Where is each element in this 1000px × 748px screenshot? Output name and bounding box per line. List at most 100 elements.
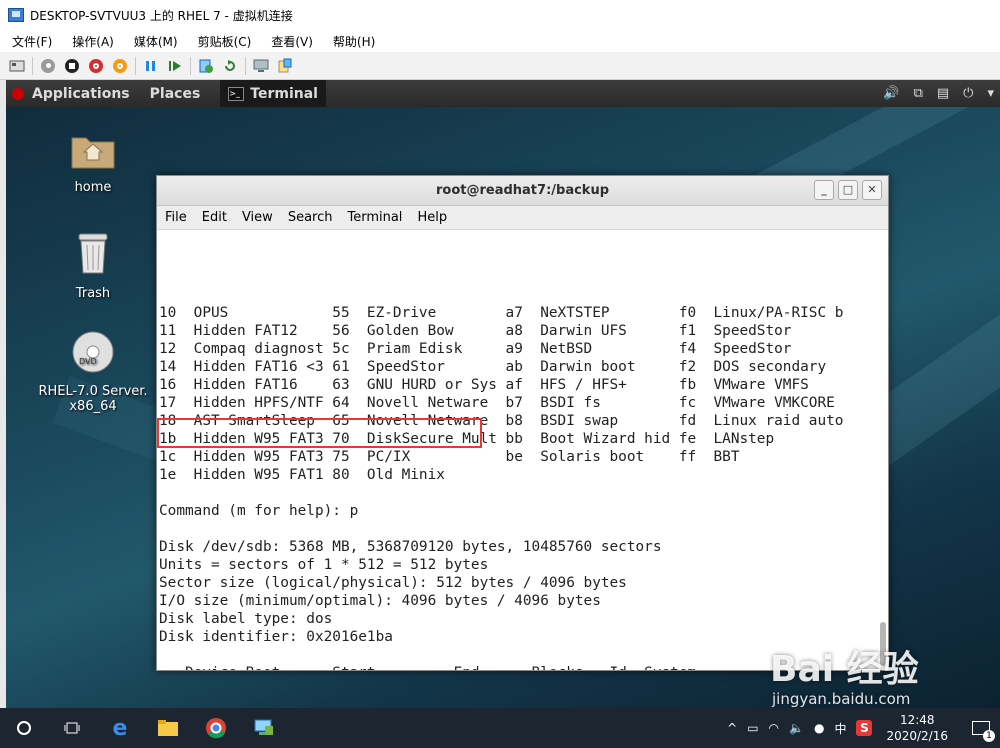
- terminal-line: Command (m for help): p: [159, 503, 359, 519]
- clock[interactable]: 12:48 2020/2/16: [886, 712, 948, 744]
- battery-icon[interactable]: ▭: [747, 721, 758, 735]
- terminal-line: Sector size (logical/physical): 512 byte…: [159, 575, 627, 591]
- terminal-line: Disk label type: dos: [159, 611, 333, 627]
- share-icon[interactable]: [276, 57, 294, 75]
- menu-file[interactable]: 文件(F): [12, 33, 52, 50]
- enhanced-session-icon[interactable]: [252, 57, 270, 75]
- power-icon[interactable]: ⏻: [963, 86, 973, 101]
- terminal-line: 17 Hidden HPFS/NTF 64 Novell Netware b7 …: [159, 395, 835, 411]
- volume-tray-icon[interactable]: 🔈: [789, 721, 804, 735]
- toolbar-separator: [245, 56, 246, 75]
- home-label: home: [74, 180, 112, 195]
- system-menu-arrow-icon[interactable]: ▾: [987, 86, 994, 101]
- maximize-icon[interactable]: □: [838, 180, 858, 200]
- sogou-icon[interactable]: S: [856, 720, 873, 736]
- dvd-icon: DVD: [33, 330, 153, 378]
- trash-label: Trash: [75, 286, 111, 301]
- clock-date: 2020/2/16: [886, 729, 948, 743]
- guest-screen: Applications Places >_ Terminal 🔊 ⧉ ▤ ⏻ ▾…: [6, 80, 1000, 708]
- terminal-titlebar[interactable]: root@readhat7:/backup _ □ ✕: [157, 176, 888, 206]
- desktop-trash-icon[interactable]: Trash: [33, 230, 153, 301]
- terminal-app-label: Terminal: [250, 85, 318, 102]
- term-menu-file[interactable]: File: [165, 210, 187, 225]
- checkpoint-icon[interactable]: [197, 57, 215, 75]
- redhat-icon: [12, 87, 24, 100]
- watermark-main: Bai 经验: [770, 649, 919, 690]
- chrome-icon[interactable]: [192, 708, 240, 748]
- trash-icon: [33, 230, 153, 280]
- clock-time: 12:48: [899, 713, 935, 727]
- terminal-window: root@readhat7:/backup _ □ ✕ File Edit Vi…: [156, 175, 889, 671]
- desktop-dvd-icon[interactable]: DVD RHEL-7.0 Server. x86_64: [33, 330, 153, 414]
- save-state-icon[interactable]: [111, 57, 129, 75]
- menu-action[interactable]: 操作(A): [72, 33, 114, 50]
- terminal-title: root@readhat7:/backup: [435, 183, 610, 198]
- ime-indicator[interactable]: 中: [834, 720, 846, 737]
- terminal-line: Units = sectors of 1 * 512 = 512 bytes: [159, 557, 489, 573]
- term-menu-search[interactable]: Search: [288, 210, 333, 225]
- turn-off-icon[interactable]: [63, 57, 81, 75]
- start-icon[interactable]: [39, 57, 57, 75]
- revert-icon[interactable]: [221, 57, 239, 75]
- shutdown-icon[interactable]: [87, 57, 105, 75]
- terminal-output[interactable]: 10 OPUS 55 EZ-Drive a7 NeXTSTEP f0 Linux…: [157, 230, 888, 670]
- gnome-top-bar: Applications Places >_ Terminal 🔊 ⧉ ▤ ⏻ ▾: [6, 80, 1000, 107]
- vm-menubar: 文件(F) 操作(A) 媒体(M) 剪贴板(C) 查看(V) 帮助(H): [0, 30, 1000, 52]
- toolbar-separator: [135, 56, 136, 75]
- minimize-icon[interactable]: _: [814, 180, 834, 200]
- terminal-line: 10 OPUS 55 EZ-Drive a7 NeXTSTEP f0 Linux…: [159, 305, 844, 321]
- windows-taskbar: e ^ ▭ ◠ 🔈 ● 中 S 12:48 2020/2/16 1: [0, 708, 1000, 748]
- term-menu-terminal[interactable]: Terminal: [347, 210, 402, 225]
- file-explorer-icon[interactable]: [144, 708, 192, 748]
- menu-view[interactable]: 查看(V): [271, 33, 313, 50]
- volume-icon[interactable]: 🔊: [883, 86, 899, 101]
- task-view-icon[interactable]: [48, 708, 96, 748]
- notification-count: 1: [983, 730, 995, 742]
- clipboard-icon[interactable]: ▤: [937, 86, 949, 101]
- term-menu-view[interactable]: View: [242, 210, 273, 225]
- toolbar-separator: [32, 56, 33, 75]
- pause-icon[interactable]: [142, 57, 160, 75]
- dvd-label-line1: RHEL-7.0 Server.: [38, 384, 148, 399]
- hyperv-manager-icon[interactable]: [240, 708, 288, 748]
- highlight-box: [157, 418, 482, 448]
- applications-menu[interactable]: Applications: [32, 86, 130, 102]
- terminal-icon: >_: [228, 86, 245, 101]
- edge-icon[interactable]: e: [96, 708, 144, 748]
- desktop-home-icon[interactable]: home: [33, 130, 153, 195]
- terminal-app-indicator[interactable]: >_ Terminal: [220, 80, 326, 107]
- close-icon[interactable]: ✕: [862, 180, 882, 200]
- term-menu-edit[interactable]: Edit: [202, 210, 227, 225]
- resume-icon[interactable]: [166, 57, 184, 75]
- terminal-menubar: File Edit View Search Terminal Help: [157, 206, 888, 230]
- terminal-line: 12 Compaq diagnost 5c Priam Edisk a9 Net…: [159, 341, 792, 357]
- cortana-icon[interactable]: [0, 708, 48, 748]
- menu-clipboard[interactable]: 剪贴板(C): [198, 33, 252, 50]
- qq-icon[interactable]: ●: [814, 721, 824, 735]
- baidu-watermark: Bai 经验 jingyan.baidu.com: [770, 640, 919, 708]
- network-icon[interactable]: ⧉: [914, 86, 923, 101]
- svg-text:DVD: DVD: [79, 357, 97, 366]
- dvd-label-line2: x86_64: [69, 399, 117, 414]
- terminal-line: 1e Hidden W95 FAT1 80 Old Minix: [159, 467, 445, 483]
- ctrl-alt-del-icon[interactable]: [8, 57, 26, 75]
- terminal-line: 16 Hidden FAT16 63 GNU HURD or Sys af HF…: [159, 377, 809, 393]
- terminal-line: 14 Hidden FAT16 <3 61 SpeedStor ab Darwi…: [159, 359, 827, 375]
- system-tray: ^ ▭ ◠ 🔈 ● 中 S 12:48 2020/2/16 1: [717, 708, 1000, 748]
- notification-center-icon[interactable]: 1: [972, 721, 995, 742]
- places-menu[interactable]: Places: [150, 86, 201, 102]
- menu-help[interactable]: 帮助(H): [333, 33, 375, 50]
- term-menu-help[interactable]: Help: [417, 210, 447, 225]
- gnome-status-area: 🔊 ⧉ ▤ ⏻ ▾: [869, 80, 994, 107]
- vm-window-title: DESKTOP-SVTVUU3 上的 RHEL 7 - 虚拟机连接: [30, 8, 293, 23]
- toolbar-separator: [190, 56, 191, 75]
- terminal-line: 11 Hidden FAT12 56 Golden Bow a8 Darwin …: [159, 323, 792, 339]
- tray-expand-icon[interactable]: ^: [727, 721, 737, 735]
- terminal-line: 1c Hidden W95 FAT3 75 PC/IX be Solaris b…: [159, 449, 740, 465]
- wifi-icon[interactable]: ◠: [769, 721, 779, 735]
- vm-connect-icon: [8, 8, 24, 22]
- terminal-line: Disk /dev/sdb: 5368 MB, 5368709120 bytes…: [159, 539, 662, 555]
- menu-media[interactable]: 媒体(M): [134, 33, 178, 50]
